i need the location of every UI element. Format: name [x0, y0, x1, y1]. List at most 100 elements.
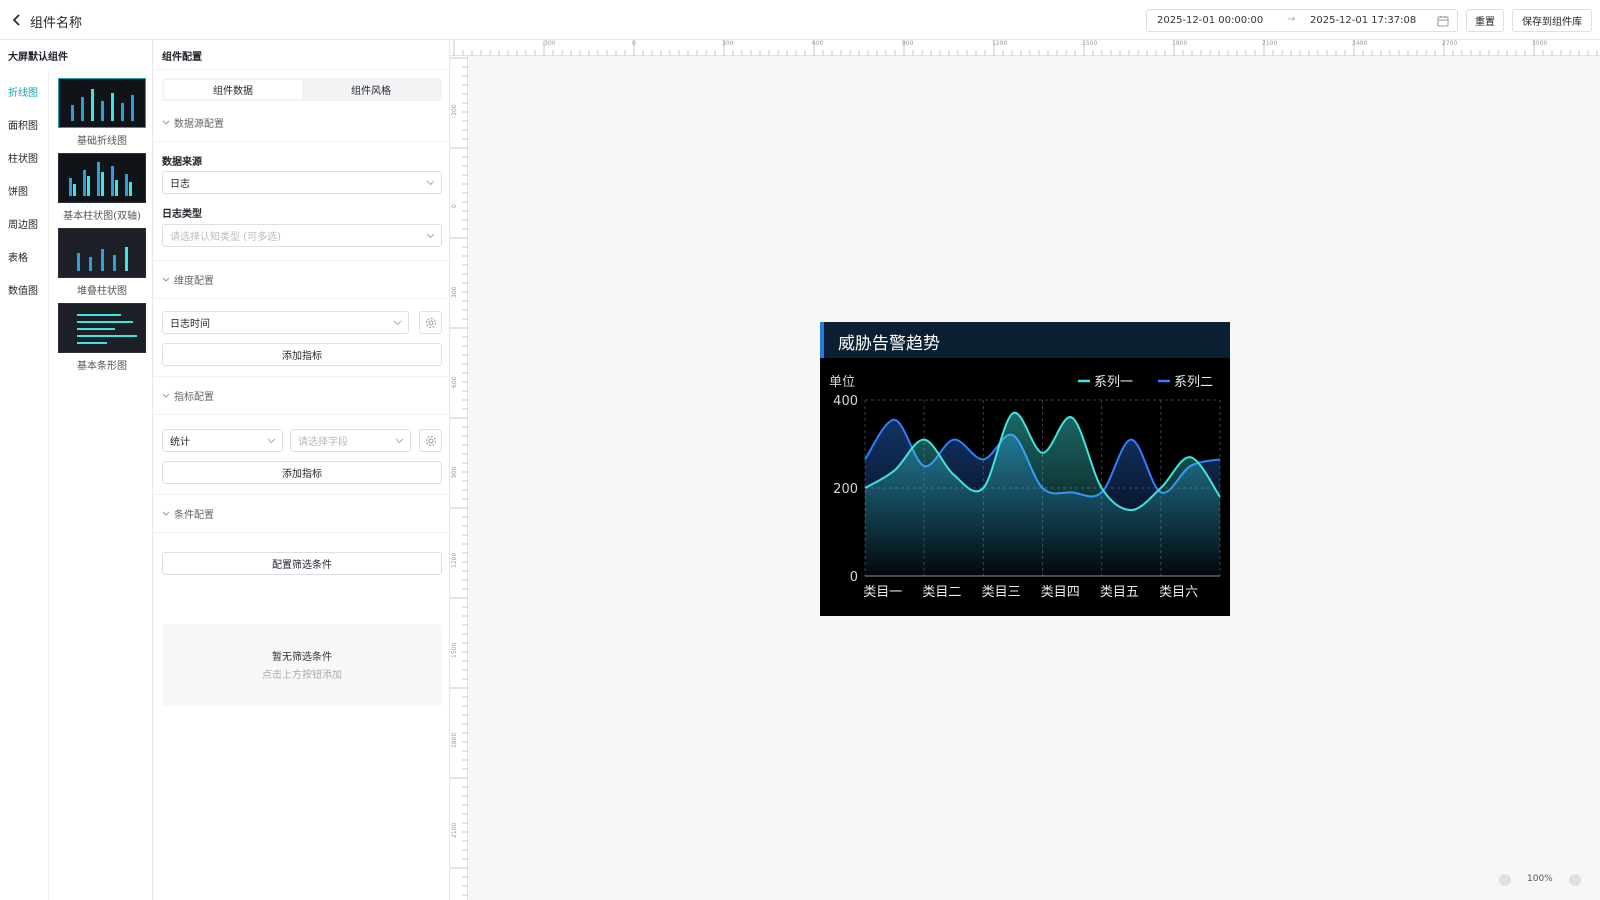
save-to-library-button[interactable]: 保存到组件库	[1512, 9, 1592, 32]
legend-label: 系列二	[1174, 375, 1213, 390]
chevron-down-icon	[162, 277, 170, 282]
thumb-horizontal-bar[interactable]: 基本条形图	[58, 303, 146, 372]
section-condition[interactable]: 条件配置	[162, 506, 214, 521]
thumb-label: 堆叠柱状图	[77, 286, 127, 297]
tab-component-style[interactable]: 组件风格	[302, 80, 440, 99]
category-bar[interactable]: 柱状图	[8, 150, 38, 165]
design-canvas[interactable]: -300 0 300 600 900 1200 1500 1800 2100 2400 2700 30…	[450, 40, 1600, 900]
metric-field-select[interactable]: 请选择字段	[290, 429, 411, 452]
tab-component-data[interactable]: 组件数据	[164, 80, 302, 99]
category-pie[interactable]: 饼图	[8, 183, 28, 198]
widget-header: 威胁告警趋势	[820, 322, 1230, 358]
datasource-label: 数据来源	[162, 157, 202, 168]
reset-button[interactable]: 重置	[1466, 9, 1504, 32]
ruler-label: 0	[632, 40, 636, 47]
ruler-label: 0	[451, 204, 458, 208]
chevron-down-icon	[267, 438, 276, 444]
chevron-down-icon	[426, 180, 435, 186]
configure-filter-button[interactable]: 配置筛选条件	[162, 552, 442, 575]
y-axis-label: 单位	[829, 375, 855, 390]
ruler-label: 1200	[451, 552, 458, 568]
ruler-label: -300	[542, 40, 556, 47]
library-title: 大屏默认组件	[8, 52, 68, 63]
config-title: 组件配置	[162, 52, 202, 63]
empty-title: 暂无筛选条件	[272, 652, 332, 663]
x-tick-label: 类目二	[922, 585, 961, 600]
select-value: 日志时间	[170, 319, 210, 330]
divider	[153, 414, 450, 415]
select-value: 统计	[170, 437, 190, 448]
back-button[interactable]	[8, 11, 26, 29]
date-range-picker[interactable]: 2025-12-01 00:00:00 → 2025-12-01 17:37:0…	[1146, 9, 1458, 32]
ruler-label: 1500	[451, 642, 458, 658]
calendar-icon[interactable]	[1437, 15, 1449, 30]
ruler-label: 2100	[1262, 40, 1278, 47]
ruler-label: 600	[812, 40, 824, 47]
category-number[interactable]: 数值图	[8, 282, 38, 297]
horizontal-ruler[interactable]: -300 0 300 600 900 1200 1500 1800 2100 2400 2700 30…	[450, 40, 1600, 56]
area-chart: 单位 0 200 400 类目一 类目二 类目三 类目四 类目五 类目六 系列一 系列二	[829, 375, 1221, 600]
chart-widget[interactable]: 威胁告警趋势 单位 0 200 400 类目一 类目二 类目三 类目四 类目五 类目六 系列一 系列二	[820, 322, 1230, 616]
logtype-label: 日志类型	[162, 209, 202, 220]
zoom-out-button[interactable]	[1499, 874, 1511, 886]
gear-icon	[425, 435, 436, 446]
gear-icon	[425, 317, 436, 328]
ruler-ticks	[453, 40, 1598, 56]
x-tick-label: 类目一	[863, 585, 902, 600]
chevron-down-icon	[393, 320, 402, 326]
section-dimension[interactable]: 维度配置	[162, 272, 214, 287]
chevron-down-icon	[162, 393, 170, 398]
chevron-down-icon	[426, 233, 435, 239]
divider	[153, 298, 450, 299]
zoom-level: 100%	[1527, 874, 1553, 884]
dimension-settings-button[interactable]	[419, 311, 442, 334]
ruler-label: 1800	[1172, 40, 1188, 47]
select-value: 日志	[170, 179, 190, 190]
thumb-stacked-bar[interactable]: 堆叠柱状图	[58, 228, 146, 297]
empty-subtitle: 点击上方按钮添加	[262, 670, 342, 681]
ruler-label: 3000	[1532, 40, 1548, 47]
category-area[interactable]: 面积图	[8, 117, 38, 132]
thumb-dual-axis-bar[interactable]: 基本柱状图(双轴)	[58, 153, 146, 222]
section-metric[interactable]: 指标配置	[162, 388, 214, 403]
divider	[153, 494, 450, 495]
category-peripheral[interactable]: 周边图	[8, 216, 38, 231]
ruler-label: 2700	[1442, 40, 1458, 47]
date-end-input[interactable]: 2025-12-01 17:37:08	[1310, 15, 1416, 26]
y-tick-label: 400	[833, 394, 858, 409]
thumb-image	[58, 78, 146, 128]
ruler-label: 1500	[1082, 40, 1098, 47]
divider	[153, 69, 450, 70]
add-metric-button[interactable]: 添加指标	[162, 343, 442, 366]
thumb-image	[58, 153, 146, 203]
section-datasource[interactable]: 数据源配置	[162, 115, 224, 130]
logtype-select[interactable]: 请选择认知类型 (可多选)	[162, 224, 442, 247]
add-metric-button-2[interactable]: 添加指标	[162, 461, 442, 484]
metric-aggregation-select[interactable]: 统计	[162, 429, 283, 452]
ruler-ticks	[450, 57, 468, 896]
widget-title: 威胁告警趋势	[838, 334, 940, 354]
divider	[153, 260, 450, 261]
metric-settings-button[interactable]	[419, 429, 442, 452]
vertical-ruler[interactable]: -300 0 300 600 900 1200 1500 1800 2100	[450, 56, 468, 900]
zoom-in-button[interactable]	[1569, 874, 1581, 886]
x-tick-label: 类目五	[1100, 585, 1139, 600]
category-table[interactable]: 表格	[8, 249, 28, 264]
zoom-control: 100%	[1495, 872, 1585, 888]
category-line[interactable]: 折线图	[8, 84, 38, 99]
section-title: 维度配置	[174, 276, 214, 287]
chevron-down-icon	[395, 438, 404, 444]
date-start-input[interactable]: 2025-12-01 00:00:00	[1157, 15, 1263, 26]
component-library: 大屏默认组件 折线图 面积图 柱状图 饼图 周边图 表格 数值图 基础折线图 基…	[0, 40, 153, 900]
thumb-basic-line[interactable]: 基础折线图	[58, 78, 146, 147]
page-title: 组件名称	[30, 16, 83, 31]
dimension-select[interactable]: 日志时间	[162, 311, 409, 334]
datasource-select[interactable]: 日志	[162, 171, 442, 194]
select-placeholder: 请选择字段	[298, 437, 348, 448]
chevron-down-icon	[162, 120, 170, 125]
divider	[153, 376, 450, 377]
chevron-down-icon	[162, 511, 170, 516]
divider	[153, 141, 450, 142]
config-panel: 组件配置 组件数据 组件风格 数据源配置 数据来源 日志 日志类型 请选择认知类…	[153, 40, 450, 900]
ruler-label: 1800	[451, 732, 458, 748]
